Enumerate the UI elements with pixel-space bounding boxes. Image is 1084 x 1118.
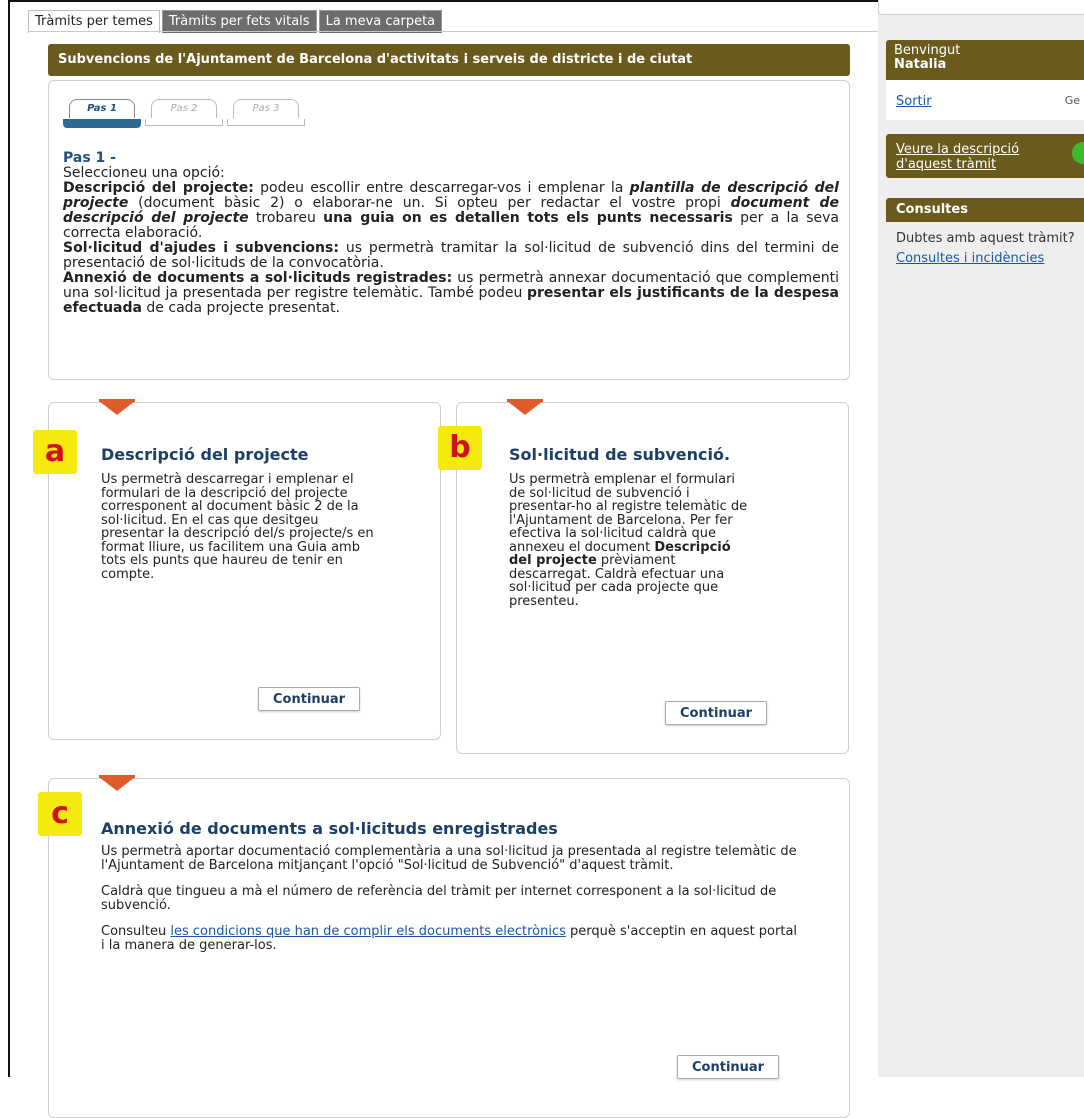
badge-a: a <box>33 430 77 474</box>
option-solicitud-subvencio: Sol·licitud de subvenció. Us permetrà em… <box>456 399 849 754</box>
sidebar-top-tab <box>878 0 1084 15</box>
view-description-link[interactable]: Veure la descripció d'aquest tràmit <box>896 142 1056 172</box>
option-c-paragraph-3: Consulteu les condicions que han de comp… <box>101 924 798 953</box>
badge-c: c <box>38 792 82 836</box>
option-b-title: Sol·licitud de subvenció. <box>509 445 731 464</box>
logout-box: Sortir Ge <box>886 80 1084 120</box>
option-c-title: Annexió de documents a sol·licituds enre… <box>101 819 558 838</box>
tabs-underline <box>28 31 878 32</box>
option-descripcio-projecte: Descripció del projecte Us permetrà desc… <box>48 399 441 740</box>
window-top-edge <box>8 0 878 2</box>
green-info-icon <box>1072 142 1084 164</box>
main-tabs: Tràmits per temes Tràmits per fets vital… <box>28 10 443 33</box>
intro-box: Pas 1 Pas 2 Pas 3 Pas 1 - Seleccioneu un… <box>48 80 850 380</box>
flag-marker <box>99 775 135 791</box>
consultes-body: Dubtes amb aquest tràmit? Consultes i in… <box>896 232 1082 266</box>
flag-marker <box>99 399 135 415</box>
consultes-question: Dubtes amb aquest tràmit? <box>896 231 1075 246</box>
intro-line: Seleccioneu una opció: <box>63 165 225 181</box>
option-c-paragraph-2: Caldrà que tingueu a mà el número de ref… <box>101 884 777 913</box>
page-title: Subvencions de l'Ajuntament de Barcelona… <box>48 44 850 76</box>
intro-paragraph-3: Annexió de documents a sol·licituds regi… <box>63 270 839 316</box>
step-3: Pas 3 <box>233 99 299 118</box>
welcome-box: Benvingut Natalia <box>886 40 1084 80</box>
option-annexio-documents: Annexió de documents a sol·licituds enre… <box>48 775 850 1118</box>
consultes-heading: Consultes <box>886 198 1084 222</box>
continue-button-c[interactable]: Continuar <box>677 1055 780 1079</box>
user-name: Natalia <box>894 57 947 72</box>
step-3-bar <box>227 119 305 126</box>
sidebar: Benvingut Natalia Sortir Ge Veure la des… <box>878 0 1084 1077</box>
intro-paragraph-1: Descripció del projecte: podeu escollir … <box>63 180 840 241</box>
consultes-link[interactable]: Consultes i incidències <box>896 252 1082 266</box>
continue-button-a[interactable]: Continuar <box>258 687 361 711</box>
tab-tramits-per-fets-vitals[interactable]: Tràmits per fets vitals <box>161 10 317 33</box>
intro-paragraph-2: Sol·licitud d'ajudes i subvencions: us p… <box>63 240 839 271</box>
welcome-label: Benvingut <box>894 43 961 58</box>
flag-marker <box>507 399 543 415</box>
truncated-label: Ge <box>1064 94 1080 107</box>
step-heading: Pas 1 - <box>63 150 116 166</box>
option-c-paragraph-1: Us permetrà aportar documentació complem… <box>101 844 797 873</box>
description-link-box: Veure la descripció d'aquest tràmit <box>886 134 1084 178</box>
intro-text: Pas 1 - Seleccioneu una opció: Descripci… <box>63 151 839 316</box>
window-left-edge <box>8 0 10 1077</box>
tab-la-meva-carpeta[interactable]: La meva carpeta <box>318 10 443 33</box>
step-2: Pas 2 <box>151 99 217 118</box>
step-2-bar <box>145 119 223 126</box>
option-a-description: Us permetrà descarregar i emplenar el fo… <box>101 472 374 582</box>
option-b-description: Us permetrà emplenar el formulari de sol… <box>509 472 748 609</box>
badge-b: b <box>438 426 482 470</box>
option-a-title: Descripció del projecte <box>101 445 309 464</box>
step-1-bar <box>63 119 141 128</box>
step-1: Pas 1 <box>69 99 135 118</box>
tab-tramits-per-temes[interactable]: Tràmits per temes <box>28 10 160 33</box>
continue-button-b[interactable]: Continuar <box>665 701 768 725</box>
logout-link[interactable]: Sortir <box>896 94 932 109</box>
option-c-description: Us permetrà aportar documentació complem… <box>101 845 801 965</box>
